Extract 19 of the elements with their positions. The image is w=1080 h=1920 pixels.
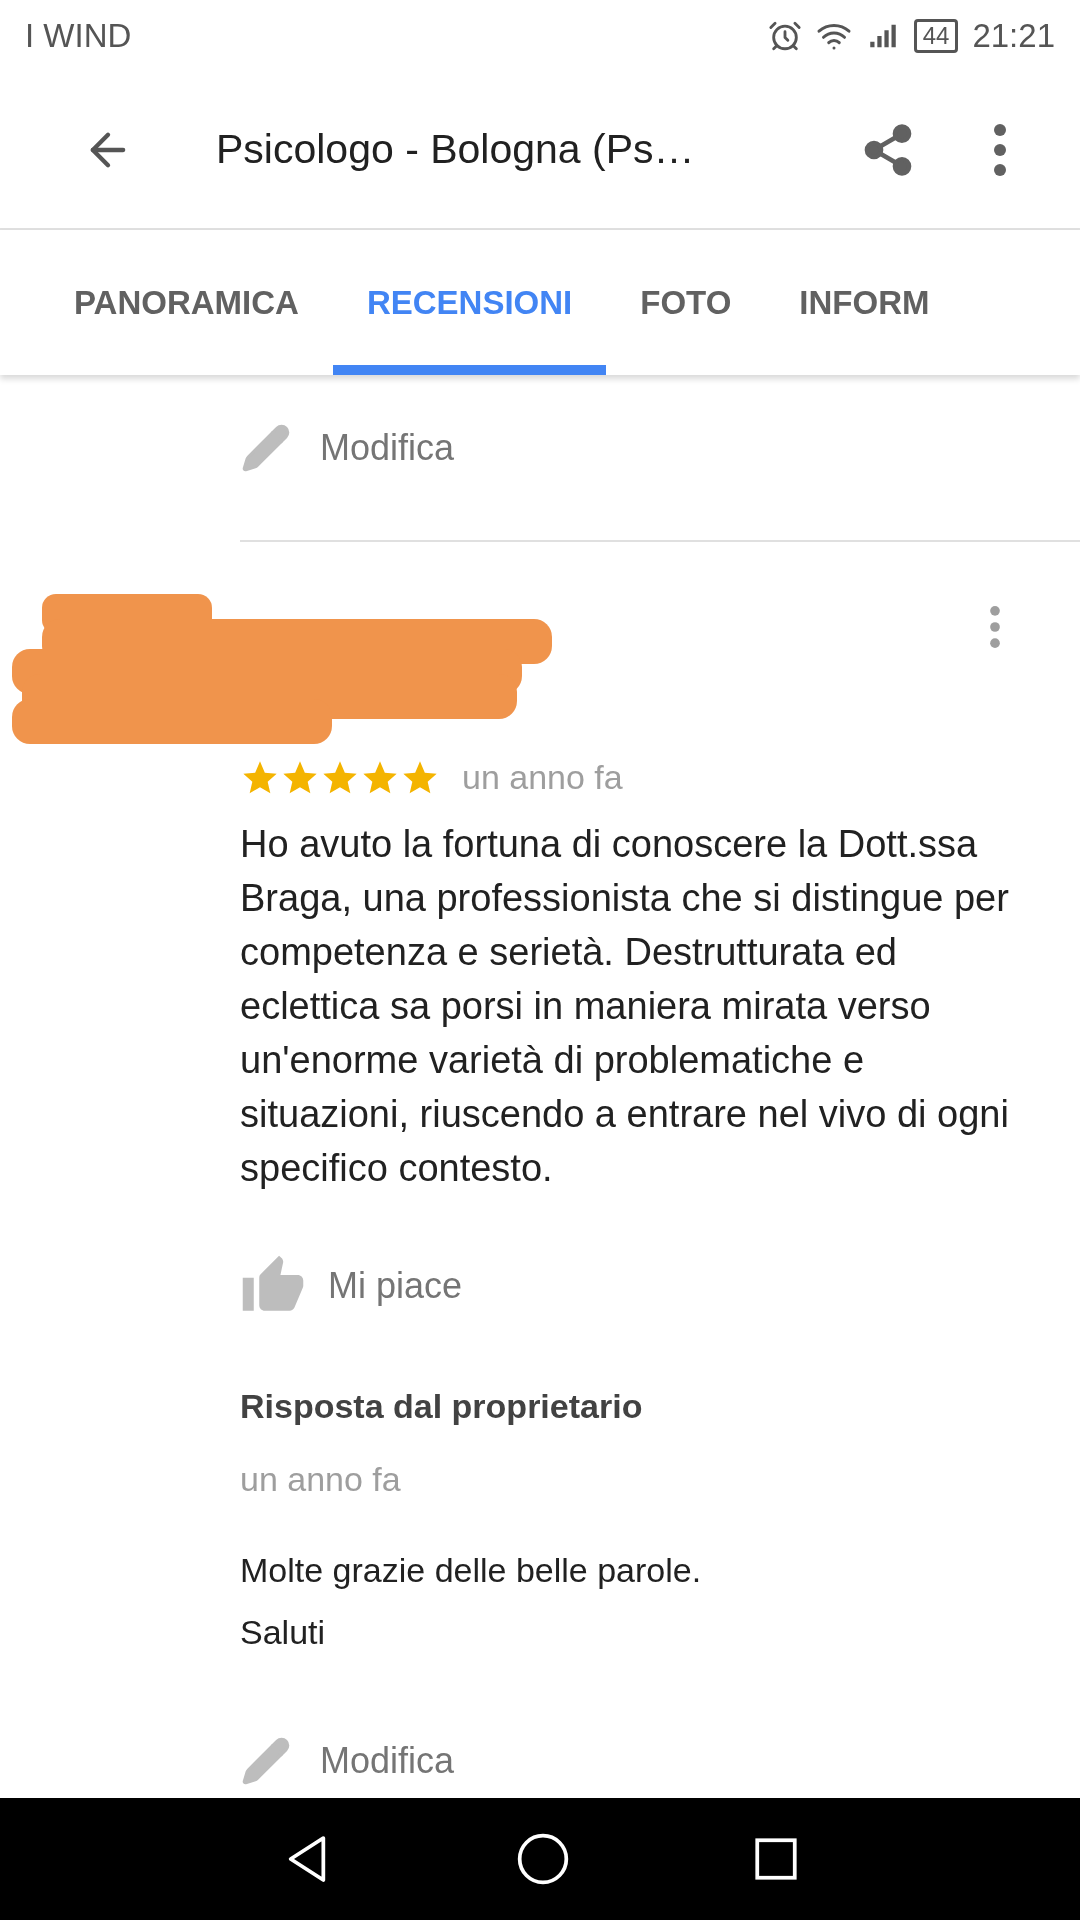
like-button[interactable]: Mi piace	[240, 1253, 463, 1320]
carrier-name: I WIND	[25, 16, 132, 57]
battery-icon: 44	[913, 18, 959, 53]
edit-button[interactable]: Modifica	[240, 1733, 455, 1788]
review-text: Ho avuto la fortuna di conoscere la Dott.ssa Braga, una professionista che si distingue per competenza e serietà. Destrutturata ed eclettica sa porsi in maniera mirata verso un'enorme varietà di problematiche e situazioni, riuscendo a entrare nel vivo di ogni specifico contesto.	[240, 822, 1010, 1192]
tab[interactable]: PANORAMICA	[40, 230, 333, 376]
edit-button[interactable]: Modifica	[240, 420, 455, 475]
tab[interactable]: RECENSIONI	[332, 230, 607, 376]
more-icon	[994, 124, 1006, 177]
reply-text: Molte grazie delle belle parole.	[240, 1550, 703, 1592]
tab[interactable]: INFORM	[765, 230, 964, 376]
more-icon[interactable]	[990, 606, 1000, 649]
clock-time: 21:21	[972, 16, 1055, 57]
tab[interactable]: FOTO	[606, 230, 766, 376]
app-title: Psicologo - Bologna (Ps…	[216, 125, 696, 175]
review-time: un anno fa	[462, 757, 623, 799]
reply-title: Risposta dal proprietario	[240, 1386, 644, 1428]
reply-time: un anno fa	[240, 1459, 402, 1501]
reply-text: Saluti	[240, 1612, 327, 1654]
